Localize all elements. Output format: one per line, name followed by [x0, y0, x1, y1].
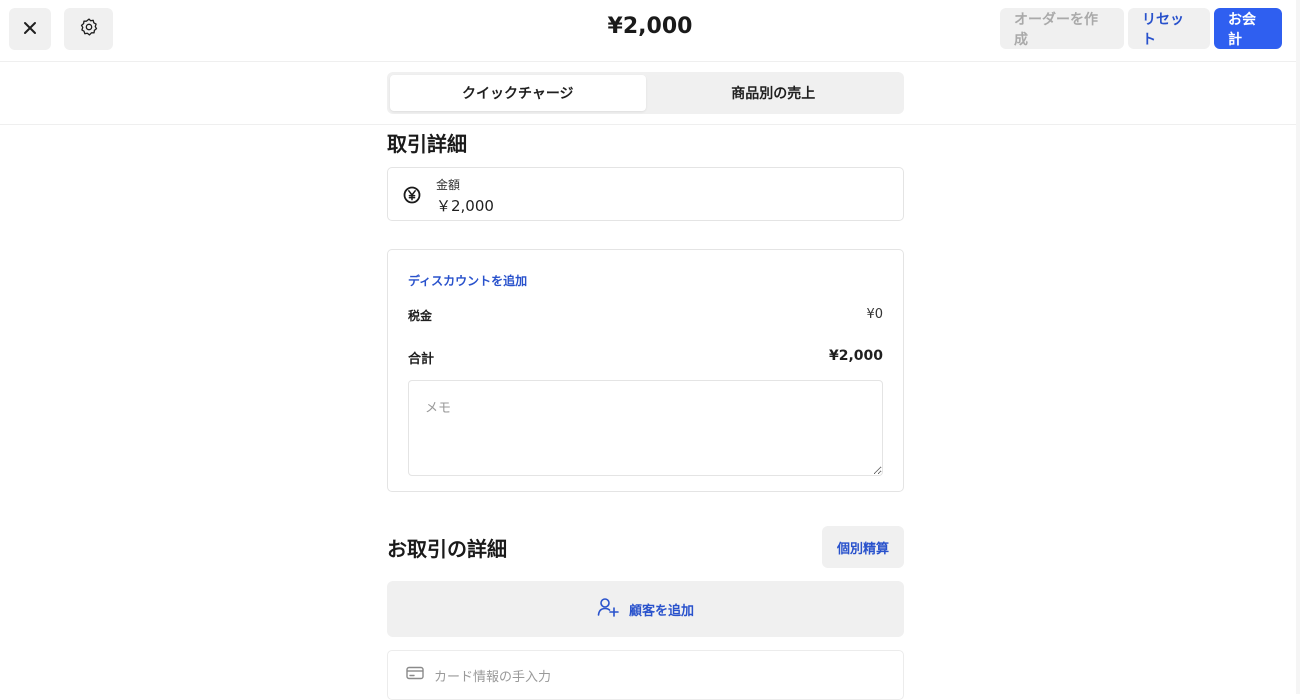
person-plus-icon — [597, 597, 619, 621]
top-actions: オーダーを作成 リセット お会計 — [1000, 8, 1282, 49]
top-bar: ¥2,000 オーダーを作成 リセット お会計 — [0, 0, 1300, 62]
amount-value: ￥2,000 — [436, 197, 494, 215]
card-entry-field[interactable]: カード情報の手入力 — [387, 650, 904, 700]
gear-icon — [79, 17, 99, 41]
settings-button[interactable] — [64, 8, 113, 50]
tax-value: ¥0 — [866, 307, 883, 322]
details-header: お取引の詳細 個別精算 — [387, 526, 904, 568]
tax-row: 税金 ¥0 — [408, 307, 883, 324]
tab-quick-charge[interactable]: クイックチャージ — [390, 75, 646, 111]
credit-card-icon — [406, 666, 424, 684]
add-customer-label: 顧客を追加 — [628, 603, 694, 619]
create-order-button[interactable]: オーダーを作成 — [1000, 8, 1124, 49]
tax-label: 税金 — [408, 309, 433, 323]
scrollbar[interactable] — [1296, 0, 1300, 694]
total-label: 合計 — [408, 352, 435, 367]
split-payment-button[interactable]: 個別精算 — [822, 526, 904, 568]
summary-card: ディスカウントを追加 税金 ¥0 合計 ¥2,000 — [387, 249, 904, 492]
memo-input[interactable] — [408, 380, 883, 476]
tabs-row: クイックチャージ 商品別の売上 — [0, 62, 1300, 125]
add-discount-link[interactable]: ディスカウントを追加 — [408, 272, 527, 289]
transaction-title: 取引詳細 — [387, 132, 467, 156]
details-title: お取引の詳細 — [387, 536, 507, 561]
amount-field[interactable]: 金額 ￥2,000 — [387, 167, 904, 221]
total-value: ¥2,000 — [828, 348, 883, 364]
card-entry-label: カード情報の手入力 — [434, 669, 552, 685]
total-row: 合計 ¥2,000 — [408, 348, 883, 367]
yen-circle-icon — [403, 186, 421, 208]
amount-label: 金額 — [436, 178, 461, 192]
checkout-button[interactable]: お会計 — [1214, 8, 1282, 49]
add-customer-button[interactable]: 顧客を追加 — [387, 581, 904, 637]
close-button[interactable] — [9, 8, 51, 50]
tab-item-sales[interactable]: 商品別の売上 — [646, 75, 902, 111]
mode-tabs: クイックチャージ 商品別の売上 — [387, 72, 904, 114]
close-icon — [23, 20, 37, 39]
reset-button[interactable]: リセット — [1128, 8, 1210, 49]
main-content: 取引詳細 金額 ￥2,000 ディスカウントを追加 税金 ¥0 合計 ¥2,00… — [387, 125, 904, 700]
